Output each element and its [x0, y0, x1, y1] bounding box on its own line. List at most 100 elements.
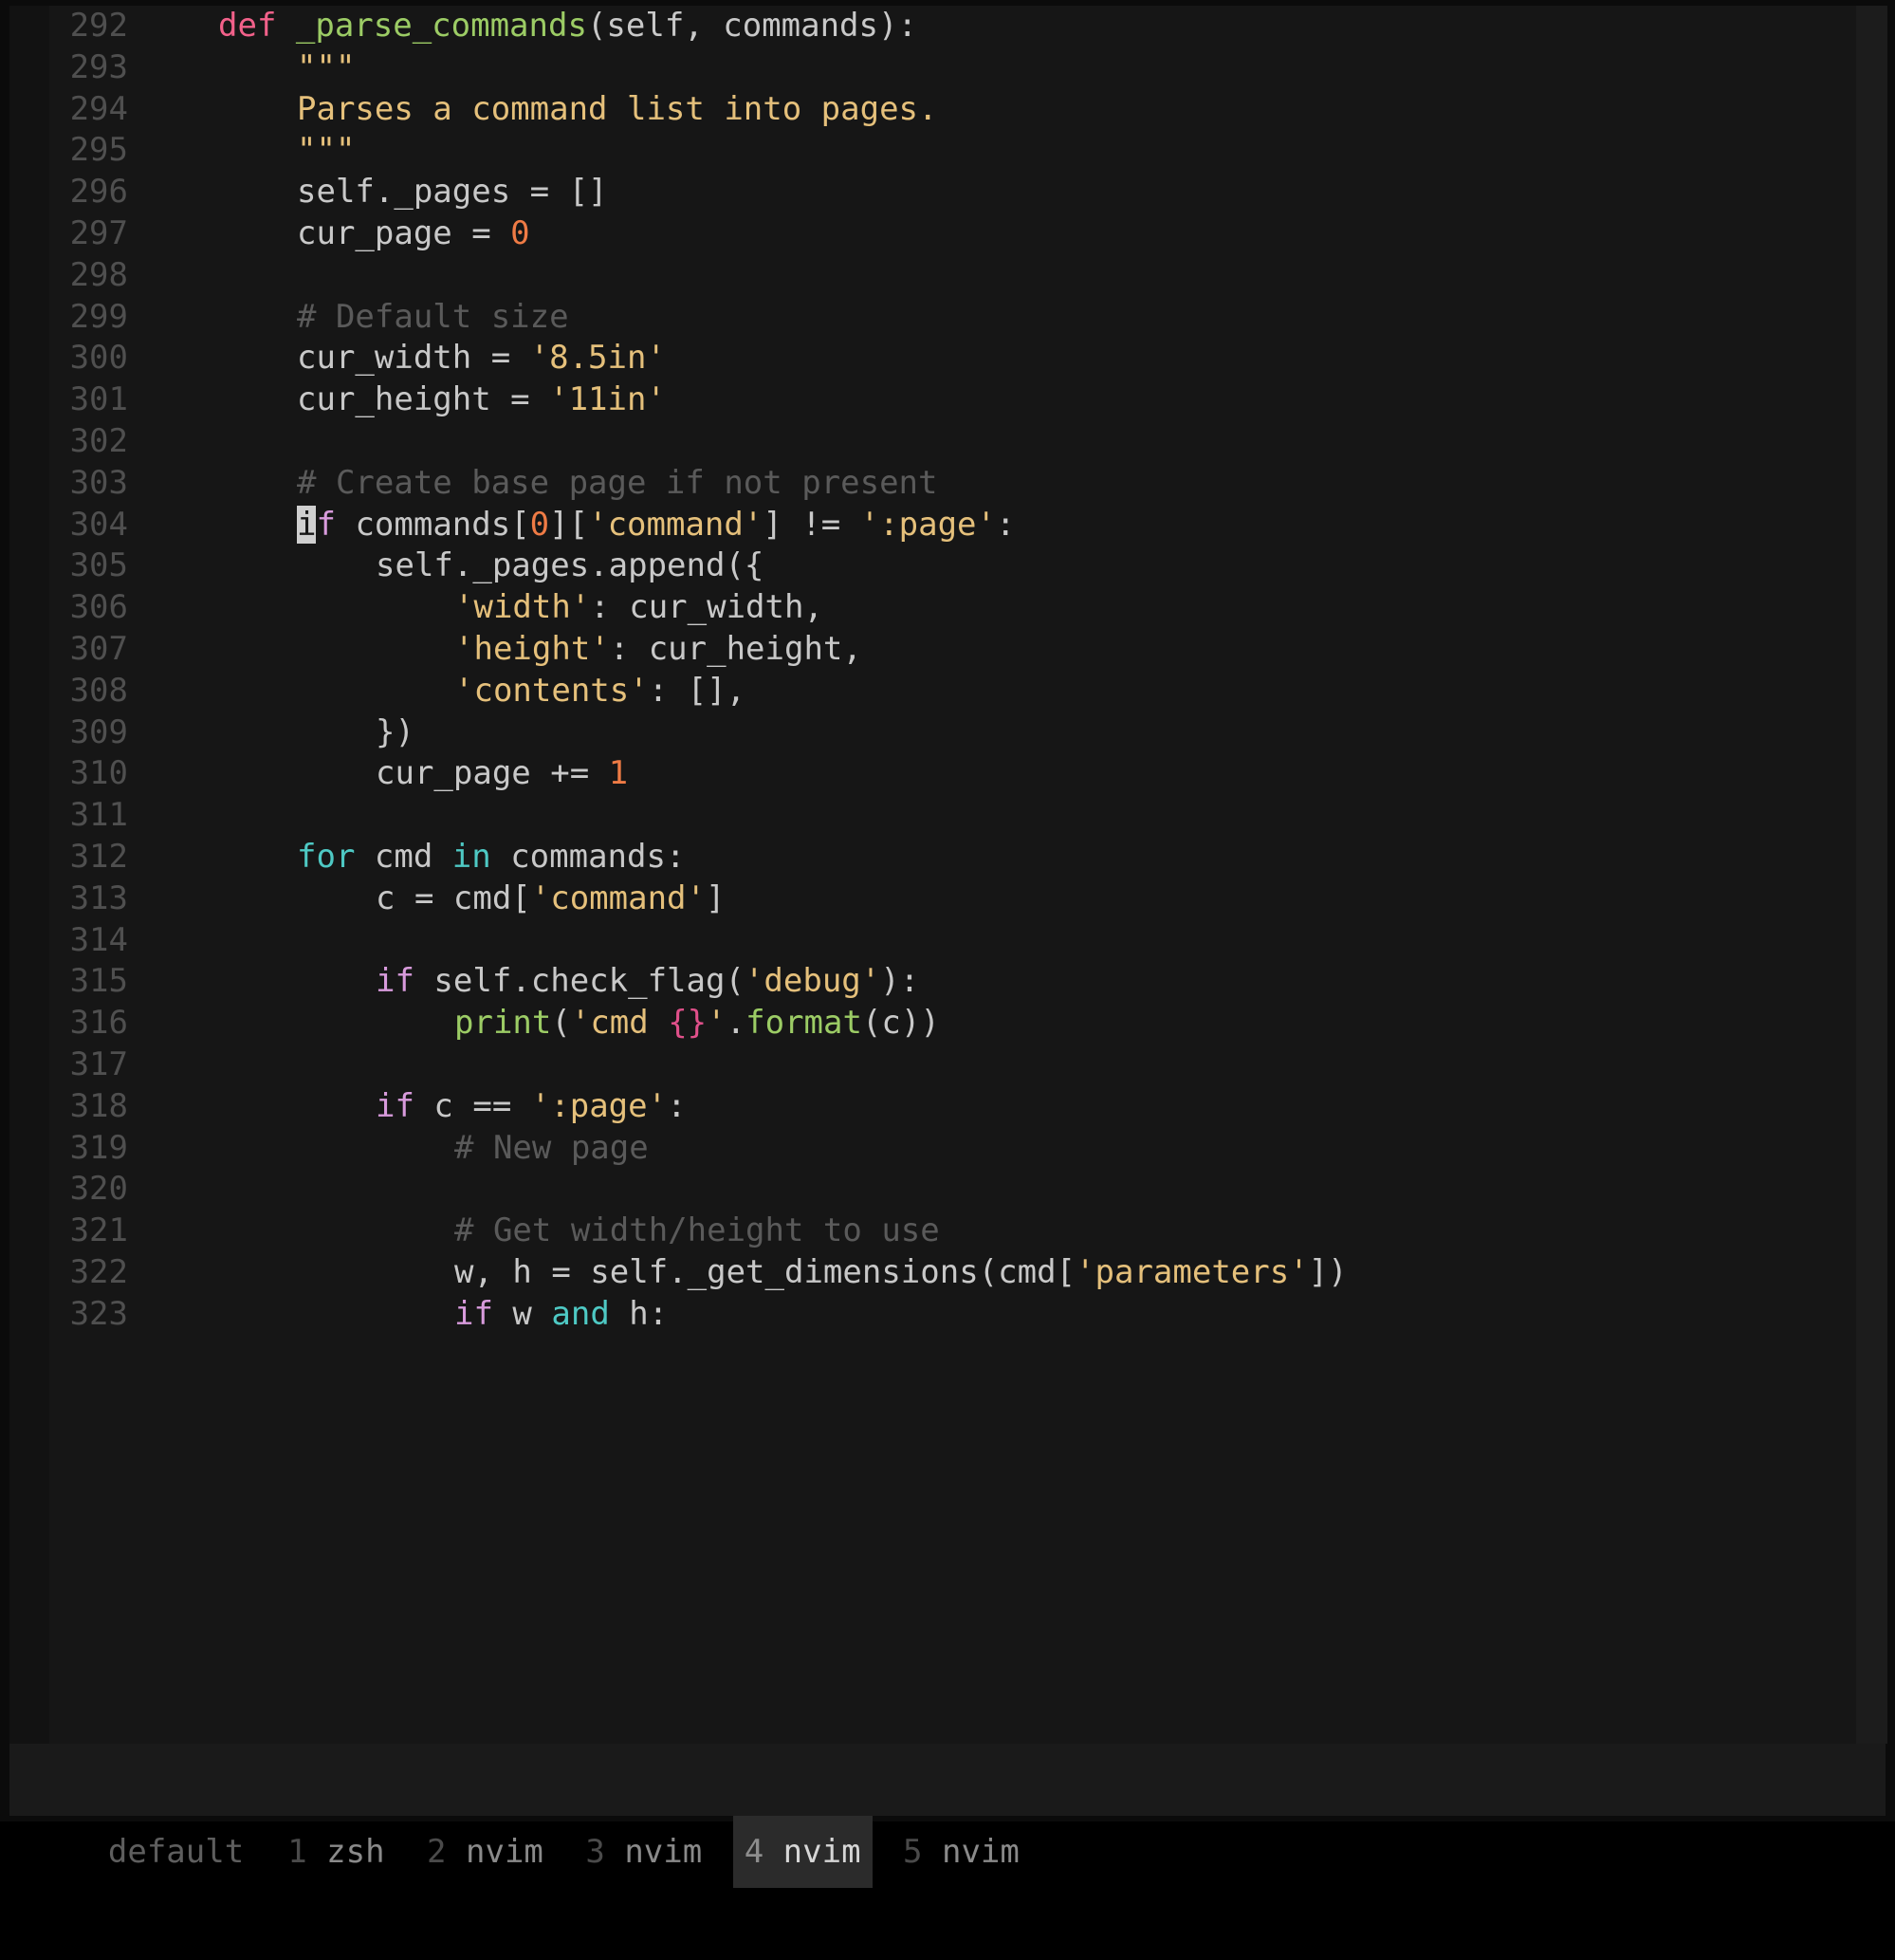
code-line[interactable]: 311 — [9, 795, 1886, 837]
code-line[interactable]: 299 # Default size — [9, 297, 1886, 339]
line-number: 293 — [69, 47, 128, 86]
code-token: : cur_height, — [609, 629, 862, 668]
code-token: # New page — [454, 1128, 649, 1167]
line-number: 294 — [69, 89, 128, 128]
tmux-window-name: zsh — [326, 1833, 385, 1871]
code-token: 'height' — [454, 629, 610, 668]
tmux-window-5[interactable]: 5 nvim — [892, 1816, 1031, 1888]
code-line[interactable]: 318 if c == ':page': — [9, 1086, 1886, 1128]
code-line-text: print('cmd {}'.format(c)) — [454, 1003, 940, 1045]
code-line[interactable]: 319 # New page — [9, 1128, 1886, 1170]
code-token: w, h = self._get_dimensions(cmd[ — [454, 1252, 1076, 1291]
code-line[interactable]: 321 # Get width/height to use — [9, 1211, 1886, 1252]
code-line[interactable]: 314 — [9, 920, 1886, 962]
code-line[interactable]: 315 if self.check_flag('debug'): — [9, 961, 1886, 1003]
code-token: cmd — [355, 837, 452, 876]
code-line[interactable]: 306 'width': cur_width, — [9, 587, 1886, 629]
code-line[interactable]: 297 cur_page = 0 — [9, 213, 1886, 255]
code-line-text: cur_page = 0 — [297, 213, 530, 255]
code-token: 0 — [510, 213, 530, 252]
code-line-text: """ — [297, 47, 355, 89]
code-token: def — [218, 7, 296, 45]
code-line-text: """ — [297, 130, 355, 172]
code-line-text: Parses a command list into pages. — [297, 89, 938, 131]
code-line[interactable]: 307 'height': cur_height, — [9, 629, 1886, 671]
line-number: 300 — [69, 339, 128, 378]
line-number: 316 — [69, 1004, 128, 1043]
code-line[interactable]: 305 self._pages.append({ — [9, 545, 1886, 587]
code-line[interactable]: 316 print('cmd {}'.format(c)) — [9, 1003, 1886, 1045]
line-number: 314 — [69, 920, 128, 959]
code-line[interactable]: 303 # Create base page if not present — [9, 463, 1886, 505]
code-token: Parses a command list into pages. — [297, 89, 938, 128]
code-line[interactable]: 322 w, h = self._get_dimensions(cmd['para… — [9, 1252, 1886, 1294]
code-line[interactable]: 300 cur_width = '8.5in' — [9, 338, 1886, 379]
code-line-text: cur_page += 1 — [376, 753, 628, 795]
code-line[interactable]: 317 — [9, 1045, 1886, 1086]
line-number: 297 — [69, 213, 128, 252]
code-line[interactable]: 293 """ — [9, 47, 1886, 89]
code-line-text: }) — [376, 712, 414, 754]
code-line-text: if w and h: — [454, 1294, 668, 1336]
line-number: 322 — [69, 1252, 128, 1291]
code-line[interactable]: 313 c = cmd['command'] — [9, 878, 1886, 920]
tmux-window-name: nvim — [466, 1833, 543, 1871]
code-token: . — [726, 1004, 746, 1043]
line-number: 318 — [69, 1086, 128, 1125]
code-token: 1 — [608, 754, 629, 793]
code-token: : — [996, 505, 1016, 544]
tmux-window-3[interactable]: 3 nvim — [574, 1816, 713, 1888]
code-token: 0 — [529, 505, 550, 544]
line-number: 317 — [69, 1045, 128, 1083]
tmux-window-list: 1 zsh 2 nvim 3 nvim 4 nvim 5 nvim — [276, 1816, 1050, 1888]
code-line[interactable]: 301 cur_height = '11in' — [9, 379, 1886, 421]
code-token: and — [551, 1294, 610, 1333]
tmux-window-index: 5 — [903, 1833, 942, 1871]
code-line[interactable]: 304 if commands[0]['command'] != ':page': — [9, 505, 1886, 546]
line-number: 320 — [69, 1170, 128, 1209]
code-line[interactable]: 294 Parses a command list into pages. — [9, 89, 1886, 131]
tmux-window-2[interactable]: 2 nvim — [415, 1816, 555, 1888]
code-token: cur_page = — [297, 213, 511, 252]
code-line-text: c = cmd['command'] — [376, 878, 725, 920]
code-line[interactable]: 320 — [9, 1169, 1886, 1211]
tmux-window-index: 4 — [744, 1833, 783, 1871]
code-token: format — [745, 1004, 862, 1043]
code-token: : cur_width, — [590, 588, 823, 627]
line-number: 306 — [69, 588, 128, 627]
code-line[interactable]: 292 def _parse_commands(self, commands): — [9, 6, 1886, 47]
code-line-text: if c == ':page': — [376, 1086, 687, 1128]
code-token: if — [376, 962, 414, 1001]
code-token: 'width' — [454, 588, 591, 627]
code-line[interactable]: 295 """ — [9, 130, 1886, 172]
line-number: 304 — [69, 505, 128, 544]
code-line[interactable]: 310 cur_page += 1 — [9, 753, 1886, 795]
tmux-window-4[interactable]: 4 nvim — [732, 1816, 873, 1888]
tmux-window-1[interactable]: 1 zsh — [276, 1816, 396, 1888]
code-line[interactable]: 312 for cmd in commands: — [9, 837, 1886, 878]
code-buffer[interactable]: 292 def _parse_commands(self, commands): 2… — [9, 6, 1886, 1744]
code-line-text: # Get width/height to use — [454, 1211, 940, 1252]
code-token: print — [454, 1004, 552, 1043]
tmux-status-bar[interactable]: default 1 zsh 2 nvim 3 nvim 4 nvim 5 nvim — [9, 1744, 1886, 1888]
code-token: : [], — [648, 671, 746, 710]
code-token: ':page' — [859, 505, 996, 544]
code-line[interactable]: 309}) — [9, 712, 1886, 754]
code-token: if — [376, 1086, 414, 1125]
tmux-window-name: nvim — [782, 1833, 861, 1871]
code-line-text: 'contents': [], — [454, 671, 745, 712]
code-line[interactable]: 323 if w and h: — [9, 1294, 1886, 1336]
code-line[interactable]: 298 — [9, 255, 1886, 297]
code-line[interactable]: 296 self._pages = [] — [9, 172, 1886, 213]
code-line-text: for cmd in commands: — [297, 837, 685, 878]
code-token: in — [451, 837, 491, 876]
code-token: 'command' — [588, 505, 764, 544]
line-number: 321 — [69, 1211, 128, 1250]
code-line-text: 'height': cur_height, — [454, 629, 862, 671]
code-token: cur_page += — [376, 754, 609, 793]
code-line[interactable]: 302 — [9, 421, 1886, 463]
tmux-session-name: default — [107, 1833, 245, 1871]
code-line-text: if commands[0]['command'] != ':page': — [297, 505, 1015, 546]
code-line[interactable]: 308 'contents': [], — [9, 671, 1886, 712]
code-token: self._pages.append({ — [376, 546, 764, 585]
